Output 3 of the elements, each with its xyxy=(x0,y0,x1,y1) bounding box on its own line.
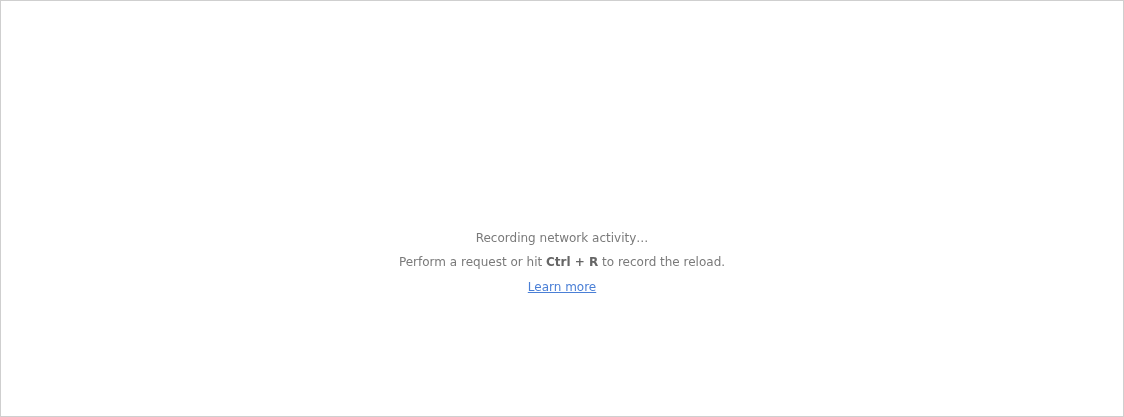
hint-text: Perform a request or hit Ctrl + R to record the reload. xyxy=(398,254,726,270)
status-message: Recording network activity… xyxy=(475,230,649,246)
learn-more-link[interactable]: Learn more xyxy=(527,279,597,295)
